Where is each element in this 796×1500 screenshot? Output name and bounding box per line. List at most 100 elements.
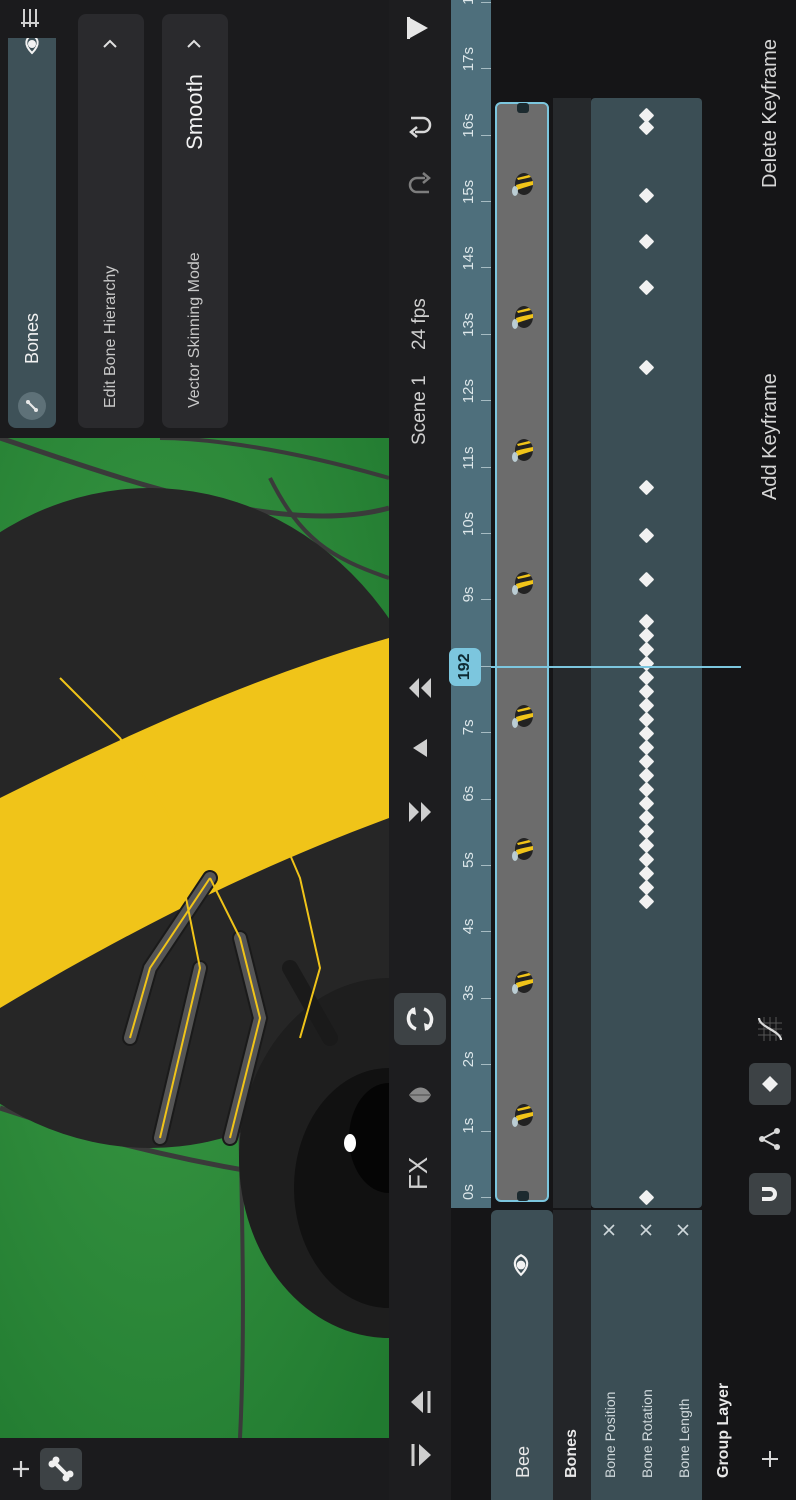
tick-mark — [481, 267, 491, 269]
keyframe-diamond[interactable] — [638, 527, 655, 544]
track-area[interactable] — [491, 0, 741, 1208]
add-keyframe-button[interactable]: Add Keyframe — [759, 373, 782, 500]
drawing-canvas[interactable] — [0, 438, 389, 1438]
keyframe-diamond[interactable] — [638, 851, 655, 868]
timeline: 0s1s2s3s4s5s6s7s8s9s10s11s12s13s14s15s16… — [449, 0, 796, 1500]
keyframe-diamond[interactable] — [638, 107, 655, 124]
layers-icon-area — [0, 0, 60, 38]
collapse-down-icon[interactable] — [401, 1435, 439, 1475]
collapse-up-icon[interactable] — [401, 1382, 439, 1422]
keyframe-diamond[interactable] — [638, 571, 655, 588]
bone-properties-track[interactable] — [591, 98, 702, 1208]
keyframe-diamond[interactable] — [638, 627, 655, 644]
play-icon[interactable] — [401, 8, 439, 48]
keyframe-diamond[interactable] — [638, 641, 655, 658]
tick-mark — [481, 400, 491, 402]
keyframe-diamond[interactable] — [638, 279, 655, 296]
bones-track[interactable] — [553, 98, 591, 1208]
keyframe-diamond[interactable] — [638, 753, 655, 770]
delete-keyframe-button[interactable]: Delete Keyframe — [759, 39, 782, 188]
tick-label: 6s — [460, 785, 477, 802]
vector-skinning-card[interactable]: Vector Skinning Mode Smooth — [162, 14, 228, 428]
redo-icon[interactable] — [401, 165, 439, 205]
next-keyframe-icon[interactable] — [401, 668, 439, 708]
close-icon[interactable] — [675, 1222, 691, 1238]
close-icon[interactable] — [638, 1222, 654, 1238]
tick-mark — [481, 665, 491, 667]
play-reverse-icon[interactable] — [401, 728, 439, 768]
keyframe-diamond[interactable] — [638, 479, 655, 496]
clip-start-handle[interactable] — [517, 1191, 529, 1201]
keyframe-diamond[interactable] — [638, 893, 655, 910]
bee-clip[interactable] — [495, 102, 549, 1202]
tick-mark — [481, 134, 491, 136]
tick-mark — [481, 865, 491, 866]
layer-group[interactable]: Group Layer — [702, 1210, 742, 1500]
tick-mark — [481, 1064, 491, 1066]
tick-mark — [481, 798, 491, 800]
layer-bones[interactable]: Bones — [553, 1210, 591, 1500]
keyframe-diamond[interactable] — [638, 711, 655, 728]
tick-label: 1s — [460, 1117, 477, 1134]
keyframe-diamond[interactable] — [638, 767, 655, 784]
close-icon[interactable] — [601, 1222, 617, 1238]
tick-label: 12s — [460, 379, 477, 404]
group-layer-label: Group Layer — [715, 1382, 732, 1478]
onion-skin-icon[interactable] — [401, 1075, 439, 1115]
keyframe-icon[interactable] — [749, 1063, 791, 1105]
layers-icon[interactable] — [18, 6, 42, 30]
bones-tab[interactable]: Bones — [8, 14, 56, 428]
tick-label: 4s — [460, 918, 477, 935]
layer-bone-length[interactable]: Bone Length — [665, 1210, 702, 1500]
keyframe-diamond[interactable] — [638, 187, 655, 204]
easing-icon[interactable] — [749, 1008, 791, 1050]
keyframe-diamond[interactable] — [638, 879, 655, 896]
keyframe-diamond[interactable] — [638, 795, 655, 812]
keyframe-diamond[interactable] — [638, 655, 655, 672]
prev-keyframe-icon[interactable] — [401, 792, 439, 832]
keyframe-diamond[interactable] — [638, 697, 655, 714]
keyframe-diamond[interactable] — [638, 613, 655, 630]
keyframe-diamond[interactable] — [638, 669, 655, 686]
tick-label: 10s — [460, 511, 477, 536]
tick-mark — [481, 931, 491, 933]
keyframe-diamond[interactable] — [638, 1189, 655, 1206]
bee-artwork — [0, 438, 389, 1438]
loop-button[interactable] — [394, 993, 446, 1045]
undo-icon[interactable] — [401, 105, 439, 145]
time-ruler[interactable]: 0s1s2s3s4s5s6s7s8s9s10s11s12s13s14s15s16… — [451, 0, 491, 1208]
keyframe-diamond[interactable] — [638, 725, 655, 742]
path-icon[interactable] — [749, 1118, 791, 1160]
plus-icon[interactable] — [749, 1438, 791, 1480]
keyframe-diamond[interactable] — [638, 809, 655, 826]
layer-bee[interactable]: Bee — [491, 1210, 553, 1500]
tick-mark — [481, 333, 491, 335]
keyframe-diamond[interactable] — [638, 837, 655, 854]
layer-bone-position[interactable]: Bone Position — [591, 1210, 628, 1500]
layer-list: Bee Bones Bone Position Bone Rotation Bo… — [491, 1210, 742, 1500]
fps-label[interactable]: 24 fps — [409, 298, 431, 350]
keyframe-diamond[interactable] — [638, 823, 655, 840]
edit-bone-hierarchy-card[interactable]: Edit Bone Hierarchy — [78, 14, 144, 428]
layer-bone-rotation[interactable]: Bone Rotation — [628, 1210, 665, 1500]
keyframe-diamond[interactable] — [638, 781, 655, 798]
clip-end-handle[interactable] — [517, 103, 529, 113]
plus-icon[interactable] — [0, 1448, 42, 1490]
layer-bee-label: Bee — [513, 1445, 533, 1478]
keyframe-diamond[interactable] — [638, 683, 655, 700]
layer-bones-label: Bones — [563, 1429, 580, 1478]
playhead-badge[interactable]: 192 — [449, 647, 481, 686]
keyframe-diamond[interactable] — [638, 865, 655, 882]
keyframe-diamond[interactable] — [638, 359, 655, 376]
keyframe-diamond[interactable] — [638, 739, 655, 756]
bone-tool-icon[interactable] — [40, 1448, 82, 1490]
playback-bar: FX Scene 1 24 fps — [389, 0, 451, 1500]
magnet-icon[interactable] — [749, 1173, 791, 1215]
tick-mark — [481, 1197, 491, 1198]
tick-mark — [481, 466, 491, 468]
scene-label[interactable]: Scene 1 — [409, 375, 431, 445]
tick-mark — [481, 1130, 491, 1132]
fx-icon[interactable]: FX — [403, 1157, 434, 1190]
eye-icon[interactable] — [508, 1252, 534, 1278]
keyframe-diamond[interactable] — [638, 233, 655, 250]
